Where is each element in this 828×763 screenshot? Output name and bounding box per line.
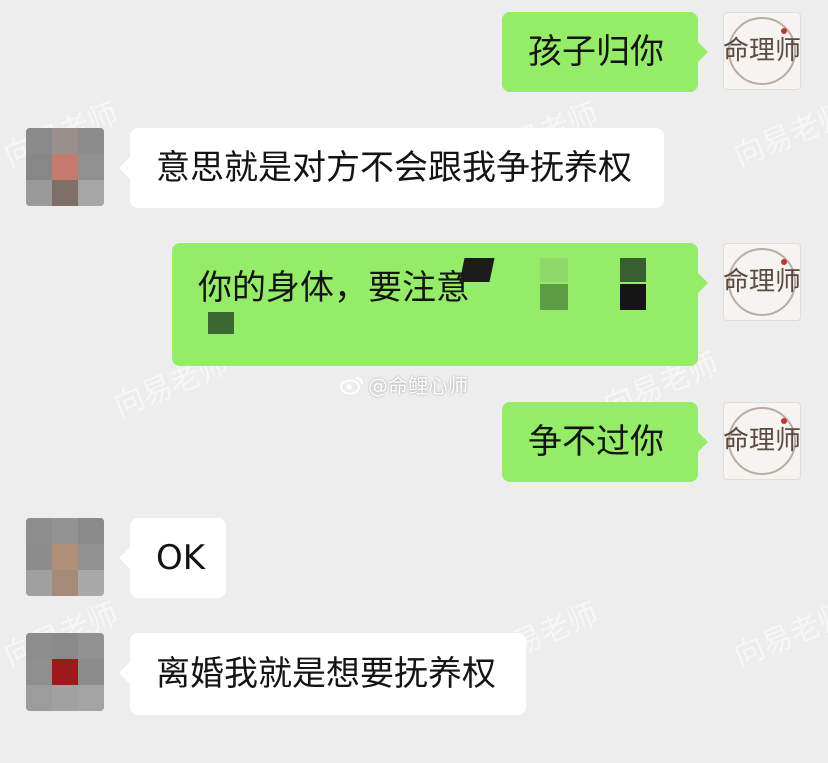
message-bubble-outgoing[interactable]: 孩子归你 xyxy=(502,12,698,92)
weibo-source-tag: @命鲤心师 xyxy=(340,370,468,399)
bubble-tail xyxy=(119,547,130,569)
redaction-block xyxy=(540,258,568,282)
redaction-block xyxy=(540,284,568,310)
brand-logo-text: 命理师 xyxy=(724,36,800,66)
weibo-tag-text: @命鲤心师 xyxy=(368,374,468,398)
message-text: 你的身体，要注意 xyxy=(198,268,470,308)
brand-logo-icon: 命理师 xyxy=(724,248,800,316)
bubble-tail xyxy=(119,662,130,684)
redaction-block xyxy=(208,312,234,334)
brand-avatar[interactable]: 命理师 xyxy=(723,243,801,321)
message-text: 意思就是对方不会跟我争抚养权 xyxy=(156,148,632,188)
bubble-tail xyxy=(119,157,130,179)
bubble-tail xyxy=(697,41,708,63)
brand-logo-text: 命理师 xyxy=(724,426,800,456)
watermark-text: 向易老师 xyxy=(729,596,828,674)
message-text: 孩子归你 xyxy=(528,32,664,72)
brand-avatar[interactable]: 命理师 xyxy=(723,402,801,480)
weibo-icon xyxy=(340,376,363,394)
brand-logo-text: 命理师 xyxy=(724,267,800,297)
brand-logo-icon: 命理师 xyxy=(724,17,800,85)
watermark-text: 向易老师 xyxy=(729,96,828,174)
message-bubble-incoming[interactable]: 离婚我就是想要抚养权 xyxy=(130,633,526,715)
message-bubble-incoming[interactable]: 意思就是对方不会跟我争抚养权 xyxy=(130,128,664,208)
bubble-tail xyxy=(697,431,708,453)
redaction-block xyxy=(459,258,495,282)
contact-avatar[interactable] xyxy=(26,518,104,596)
bubble-tail xyxy=(697,272,708,294)
message-bubble-incoming[interactable]: OK xyxy=(130,518,226,598)
contact-avatar[interactable] xyxy=(26,128,104,206)
message-bubble-outgoing[interactable]: 争不过你 xyxy=(502,402,698,482)
contact-avatar[interactable] xyxy=(26,633,104,711)
message-text: 离婚我就是想要抚养权 xyxy=(156,654,496,694)
brand-logo-icon: 命理师 xyxy=(724,407,800,475)
message-text: OK xyxy=(156,538,206,578)
redaction-block xyxy=(620,284,646,310)
message-text: 争不过你 xyxy=(528,422,664,462)
redaction-block xyxy=(620,258,646,282)
brand-avatar[interactable]: 命理师 xyxy=(723,12,801,90)
